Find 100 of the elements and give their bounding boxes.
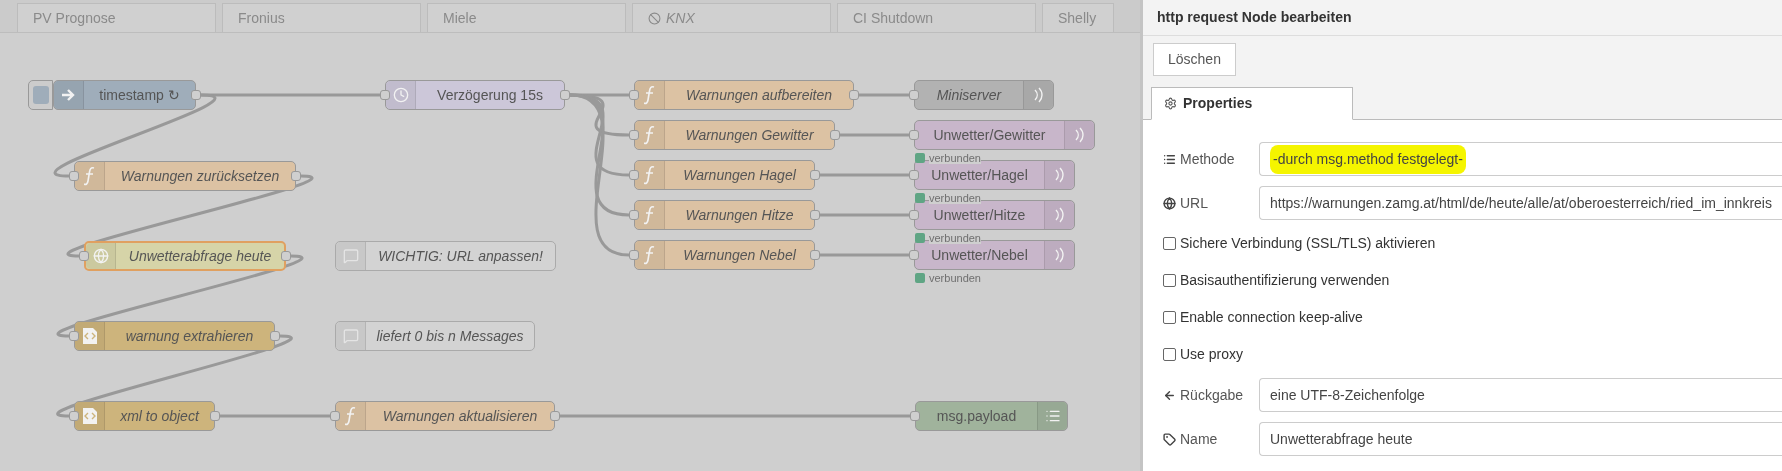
checkbox[interactable] [1163,348,1176,361]
node-port[interactable] [810,250,820,260]
checkbox[interactable] [1163,274,1176,287]
field-value: -durch msg.method festgelegt- [1270,144,1466,174]
flow-node[interactable]: Warnungen Gewitter [634,120,835,150]
input-field[interactable]: eine UTF-8-Zeichenfolge [1259,378,1782,412]
checkbox[interactable] [1163,311,1176,324]
workspace-tab[interactable]: PV Prognose [17,3,216,32]
flow-node[interactable]: WICHTIG: URL anpassen! [335,241,556,271]
node-label: Warnungen Hagel [682,165,797,185]
flow-node[interactable]: Verzögerung 15s [385,80,565,110]
node-label: Warnungen aktualisieren [381,406,539,426]
node-port[interactable] [849,90,859,100]
field-value: eine UTF-8-Zeichenfolge [1270,385,1425,405]
field-label: Name [1180,429,1218,449]
node-port[interactable] [629,210,639,220]
checkbox[interactable] [1163,237,1176,250]
properties-tab[interactable]: Properties [1151,87,1353,120]
inject-button[interactable] [28,80,53,110]
node-label: Unwetter/Hagel [930,165,1029,185]
node-port[interactable] [380,90,390,100]
node-port[interactable] [281,251,291,261]
node-port[interactable] [291,171,301,181]
input-field[interactable]: -durch msg.method festgelegt- [1259,142,1782,176]
node-port[interactable] [810,210,820,220]
node-label: timestamp ↻ [98,85,181,105]
node-label: Miniserver [935,85,1003,105]
node-port[interactable] [69,331,79,341]
checkbox-label: Enable connection keep-alive [1180,308,1363,327]
input-field[interactable]: Unwetterabfrage heute [1259,422,1782,456]
node-port[interactable] [69,171,79,181]
node-port[interactable] [330,411,340,421]
workspace-tab[interactable]: Fronius [222,3,421,32]
workspace-tab[interactable]: Miele [427,3,626,32]
flow-node[interactable]: Warnungen zurücksetzen [74,161,296,191]
function-icon [643,245,656,265]
delete-button[interactable]: Löschen [1153,42,1236,76]
flow-node[interactable]: Warnungen aktualisieren [335,401,555,431]
flow-node[interactable]: Warnungen Hitze [634,200,815,230]
field-label: URL [1180,193,1208,213]
node-port[interactable] [909,210,919,220]
flow-node[interactable]: Unwetterabfrage heute [84,241,286,271]
node-port[interactable] [69,411,79,421]
wire [840,133,909,137]
field-value: https://warnungen.zamg.at/html/de/heute/alle/at/oberoesterreich/ried_im_innkreis [1270,193,1772,213]
node-port[interactable] [560,90,570,100]
clock-icon [392,87,409,103]
node-port[interactable] [909,250,919,260]
wave-icon [1074,127,1085,143]
status-text: verbunden [929,152,981,164]
status-text: verbunden [929,272,981,284]
node-label: warnung extrahieren [124,326,255,346]
node-port[interactable] [270,331,280,341]
workspace-tab[interactable]: CI Shutdown [837,3,1036,32]
flow-node[interactable]: msg.payload [915,401,1068,431]
flow-node[interactable]: timestamp ↻ [53,80,196,110]
node-port[interactable] [191,90,201,100]
function-icon [643,85,656,105]
node-port[interactable] [830,130,840,140]
flow-node[interactable]: Miniserver [914,80,1054,110]
node-label: Warnungen zurücksetzen [119,166,281,186]
field-value: Unwetterabfrage heute [1270,429,1413,449]
checkbox-label: Sichere Verbindung (SSL/TLS) aktivieren [1180,234,1436,253]
list-icon [1044,408,1061,424]
status-text: verbunden [929,232,981,244]
node-label: liefert 0 bis n Messages [375,326,525,346]
node-port[interactable] [910,411,920,421]
wire [859,93,909,97]
flow-node[interactable]: Unwetter/Gewitter [914,120,1095,150]
node-label: WICHTIG: URL anpassen! [377,246,544,266]
flow-node[interactable]: Warnungen Hagel [634,160,815,190]
node-port[interactable] [909,130,919,140]
node-label: Warnungen Gewitter [684,125,815,145]
flow-node[interactable]: xml to object [74,401,215,431]
flow-node[interactable]: liefert 0 bis n Messages [335,321,535,351]
node-port[interactable] [629,90,639,100]
flow-node[interactable]: Warnungen Nebel [634,240,815,270]
node-port[interactable] [629,130,639,140]
function-icon [83,166,96,186]
field-label: Methode [1180,149,1235,169]
node-port[interactable] [210,411,220,421]
function-icon [643,205,656,225]
flow-node[interactable]: warnung extrahieren [74,321,275,351]
node-port[interactable] [79,251,89,261]
node-label: Warnungen Hitze [684,205,795,225]
node-port[interactable] [629,170,639,180]
globe-icon [1163,196,1176,210]
node-label: msg.payload [935,406,1018,426]
node-port[interactable] [909,90,919,100]
node-port[interactable] [550,411,560,421]
checkbox-label: Basisauthentifizierung verwenden [1180,271,1390,290]
node-port[interactable] [629,250,639,260]
node-port[interactable] [909,170,919,180]
settings-icon [1164,97,1177,110]
node-label: Warnungen Nebel [682,245,797,265]
node-port[interactable] [810,170,820,180]
input-field[interactable]: https://warnungen.zamg.at/html/de/heute/alle/at/oberoesterreich/ried_im_innkreis [1259,186,1782,220]
flow-node[interactable]: Warnungen aufbereiten [634,80,854,110]
wave-icon [1054,167,1065,183]
node-label: Unwetterabfrage heute [127,246,273,266]
